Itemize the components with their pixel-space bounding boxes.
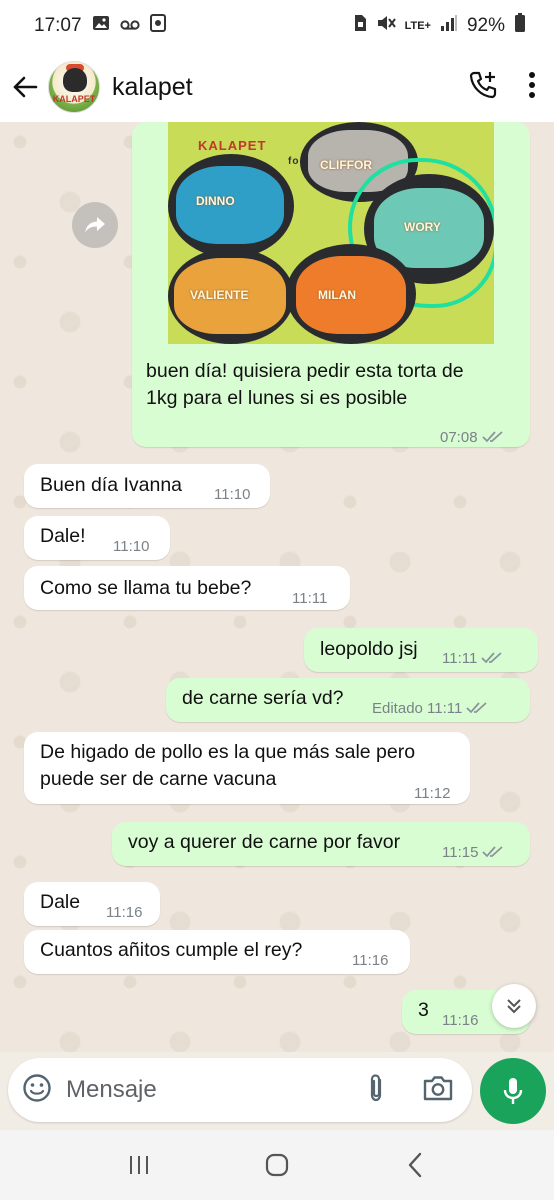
more-icon[interactable]	[528, 71, 536, 103]
read-ticks-icon	[481, 425, 504, 452]
forward-button[interactable]	[72, 202, 118, 248]
read-ticks-icon	[481, 646, 503, 673]
read-ticks-icon	[482, 840, 504, 867]
message-time: 07:08	[440, 424, 504, 452]
camera-icon[interactable]	[422, 1074, 454, 1107]
voicemail-icon	[119, 15, 140, 37]
message-text: Dale!	[40, 525, 86, 547]
avatar-logo-text: KALAPET	[52, 94, 96, 104]
message-incoming[interactable]: Como se llama tu bebe? 11:11	[24, 566, 350, 610]
photo-name-5: MILAN	[318, 288, 356, 302]
photo-name-2: CLIFFOR	[320, 158, 372, 172]
back-chevron-icon	[408, 1152, 422, 1178]
double-chevron-down-icon	[507, 999, 521, 1014]
chat-header: KALAPET kalapet	[0, 52, 554, 122]
photo-name-1: DINNO	[196, 194, 235, 208]
message-text: Cuantos añitos cumple el rey?	[40, 939, 303, 961]
back-button[interactable]	[8, 67, 42, 107]
time-text: 07:08	[440, 429, 478, 446]
sim-icon	[353, 14, 367, 38]
time-text: 11:15	[442, 844, 479, 861]
message-time: 11:15	[442, 839, 504, 867]
message-text: 3	[418, 999, 429, 1021]
status-right: LTE+ 92%	[353, 13, 526, 39]
message-text: Dale	[40, 891, 81, 913]
gallery-icon	[92, 15, 110, 37]
message-time: 11:10	[214, 486, 251, 503]
mic-icon	[503, 1078, 523, 1104]
message-incoming[interactable]: Dale! 11:10	[24, 516, 170, 560]
home-icon	[265, 1153, 289, 1177]
message-incoming[interactable]: Buen día Ivanna 11:10	[24, 464, 270, 508]
message-outgoing[interactable]: leopoldo jsj 11:11	[304, 628, 538, 672]
message-text: Como se llama tu bebe?	[40, 577, 252, 599]
header-actions	[468, 70, 542, 105]
message-incoming[interactable]: Dale 11:16	[24, 882, 160, 926]
caption-line-2: 1kg para el lunes si es posible	[146, 387, 408, 409]
recents-icon	[130, 1156, 148, 1174]
message-time: 11:11	[292, 590, 328, 607]
avatar[interactable]: KALAPET	[48, 61, 100, 113]
message-text: leopoldo jsj	[320, 638, 418, 660]
message-text: de carne sería vd?	[182, 687, 344, 709]
back-nav-button[interactable]	[385, 1140, 445, 1190]
message-text-line-1: De higado de pollo es la que más sale pe…	[40, 741, 416, 763]
message-time: Editado 11:11	[372, 695, 488, 723]
contact-name[interactable]: kalapet	[112, 73, 193, 102]
battery-icon	[514, 13, 526, 39]
message-outgoing[interactable]: de carne sería vd? Editado 11:11	[166, 678, 530, 722]
message-time: 11:16	[442, 1012, 479, 1029]
time-text: 11:11	[427, 700, 463, 717]
emoji-icon[interactable]	[22, 1073, 52, 1108]
cake-photo[interactable]: KALAPET food DINNO CLIFFOR WORY VALIENTE…	[168, 122, 494, 344]
message-outgoing[interactable]: voy a querer de carne por favor 11:15	[112, 822, 530, 866]
message-text: voy a querer de carne por favor	[128, 831, 401, 853]
caption-line-1: buen día! quisiera pedir esta torta de	[146, 360, 464, 382]
home-button[interactable]	[247, 1140, 307, 1190]
message-time: 11:12	[414, 785, 451, 802]
image-message[interactable]: KALAPET food DINNO CLIFFOR WORY VALIENTE…	[132, 122, 530, 447]
edited-label: Editado	[372, 700, 423, 717]
avatar-dog	[63, 68, 87, 92]
message-text: Buen día Ivanna	[40, 474, 183, 496]
photo-name-4: VALIENTE	[190, 288, 249, 302]
battery-percent: 92%	[466, 15, 505, 36]
voice-message-button[interactable]	[480, 1058, 546, 1124]
scroll-to-bottom-button[interactable]	[492, 984, 536, 1028]
system-nav-bar	[0, 1130, 554, 1200]
read-ticks-icon	[466, 696, 488, 723]
status-left: 17:07	[34, 14, 166, 38]
time-text: 11:11	[442, 650, 478, 667]
message-time: 11:16	[106, 904, 143, 921]
network-label: LTE+	[404, 19, 431, 32]
status-bar: 17:07 LTE+ 92%	[0, 0, 554, 52]
message-incoming[interactable]: De higado de pollo es la que más sale pe…	[24, 732, 470, 804]
status-time: 17:07	[34, 15, 82, 36]
add-call-icon[interactable]	[468, 70, 498, 105]
message-composer	[8, 1058, 472, 1122]
message-time: 11:16	[352, 952, 389, 969]
message-text-line-2: puede ser de carne vacuna	[40, 768, 277, 790]
forward-icon	[85, 217, 105, 233]
signal-icon	[440, 14, 458, 38]
message-time: 11:11	[442, 645, 503, 673]
mute-icon	[376, 14, 396, 38]
message-time: 11:10	[113, 538, 150, 555]
screenshot-icon	[149, 14, 166, 38]
recents-button[interactable]	[109, 1140, 169, 1190]
composer-actions	[366, 1072, 454, 1109]
attach-icon[interactable]	[366, 1072, 386, 1109]
message-incoming[interactable]: Cuantos añitos cumple el rey? 11:16	[24, 930, 410, 974]
message-input[interactable]	[66, 1076, 306, 1104]
back-arrow-icon	[13, 76, 38, 98]
chat-area[interactable]: KALAPET food DINNO CLIFFOR WORY VALIENTE…	[0, 122, 554, 1052]
